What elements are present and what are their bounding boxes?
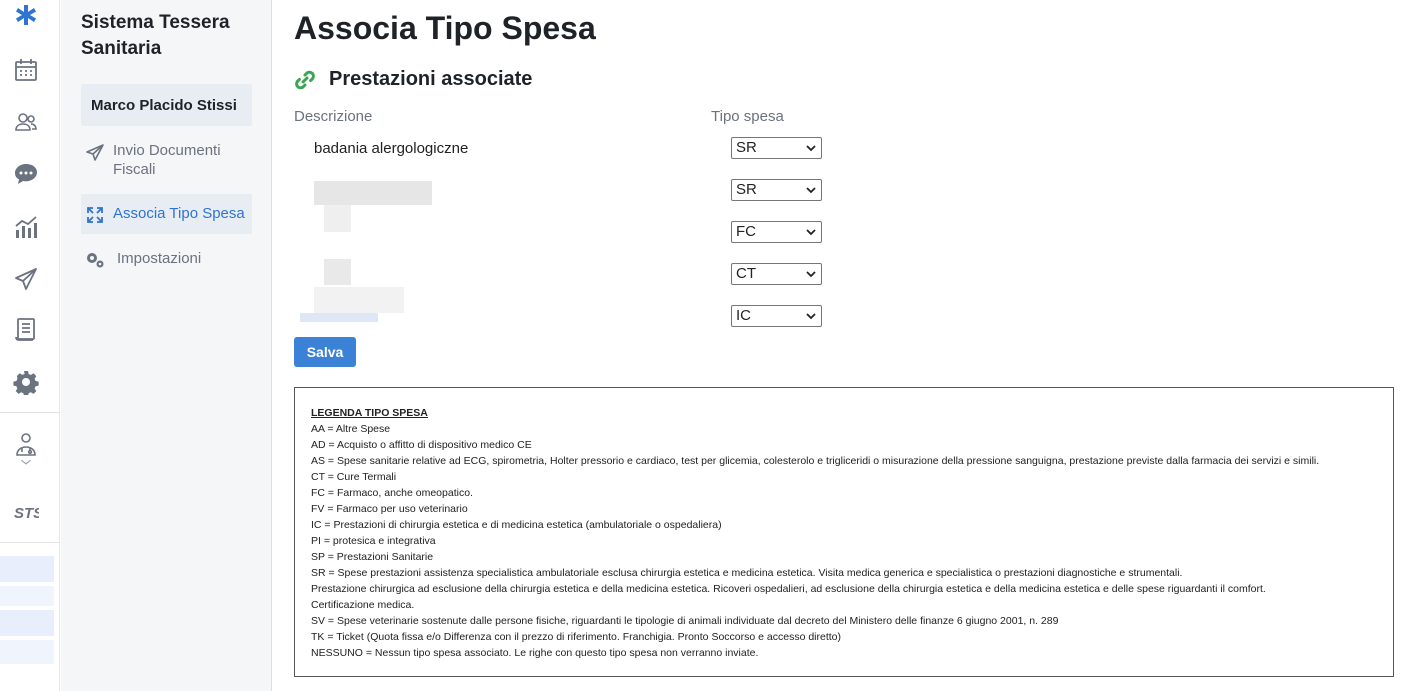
gears-icon <box>87 253 104 268</box>
select-value: CT <box>736 265 756 282</box>
row-description: badania alergologiczne <box>314 140 469 157</box>
page-title: Associa Tipo Spesa <box>294 10 596 46</box>
chevron-down-icon <box>806 229 816 236</box>
users-icon[interactable] <box>12 108 40 136</box>
app-logo-icon[interactable] <box>12 2 40 30</box>
section-title: Prestazioni associate <box>329 68 533 90</box>
legend-line: Prestazione chirurgica ad esclusione del… <box>311 583 1266 595</box>
link-icon <box>295 70 315 89</box>
chevron-down-icon[interactable] <box>12 455 40 469</box>
legend-line: AS = Spese sanitarie relative ad ECG, sp… <box>311 455 1320 467</box>
blurred-area <box>0 586 54 606</box>
chevron-down-icon <box>806 313 816 320</box>
legend-line: TK = Ticket (Quota fissa e/o Differenza … <box>311 631 841 643</box>
tipo-spesa-select[interactable]: SR <box>731 137 822 159</box>
select-value: FC <box>736 223 756 240</box>
legend-line: FC = Farmaco, anche omeopatico. <box>311 487 473 499</box>
send-icon[interactable] <box>12 265 40 293</box>
legend-line: SV = Spese veterinarie sostenute dalle p… <box>311 615 1059 627</box>
legend-line: NESSUNO = Nessun tipo spesa associato. L… <box>311 647 759 659</box>
sidebar-item-associa-tipo-spesa[interactable]: Associa Tipo Spesa <box>81 194 252 234</box>
gear-icon[interactable] <box>12 368 40 396</box>
blurred-area <box>0 556 54 582</box>
sidebar-item-label: Associa Tipo Spesa <box>113 205 245 222</box>
sts-logo-icon[interactable]: STS <box>12 498 40 526</box>
legend-line: SP = Prestazioni Sanitarie <box>311 551 434 563</box>
legend-line: AD = Acquisto o affitto di dispositivo m… <box>311 439 532 451</box>
blurred-description <box>314 287 404 313</box>
legend-line: Certificazione medica. <box>311 599 415 611</box>
legend-title: LEGENDA TIPO SPESA <box>311 407 428 419</box>
tipo-spesa-select[interactable]: FC <box>731 221 822 243</box>
sidebar-item-label: Invio Documenti Fiscali <box>113 142 221 178</box>
tipo-spesa-select[interactable]: IC <box>731 305 822 327</box>
column-header-tipo-spesa: Tipo spesa <box>711 108 784 125</box>
legend-box: LEGENDA TIPO SPESA AA = Altre Spese AD =… <box>294 387 1394 677</box>
tipo-spesa-select[interactable]: CT <box>731 263 822 285</box>
doctor-icon[interactable] <box>12 430 40 458</box>
send-icon <box>86 144 104 161</box>
legend-line: CT = Cure Termali <box>311 471 397 483</box>
rail-divider-2 <box>0 542 60 543</box>
blurred-area <box>0 610 54 636</box>
select-value: SR <box>736 139 757 156</box>
legend-line: PI = protesica e integrativa <box>311 535 436 547</box>
sidebar-item-label: Impostazioni <box>117 250 202 267</box>
tipo-spesa-select[interactable]: SR <box>731 179 822 201</box>
blurred-description <box>324 205 351 232</box>
blurred-description <box>314 181 432 205</box>
chart-icon[interactable] <box>12 213 40 241</box>
chevron-down-icon <box>806 187 816 194</box>
icon-rail: STS <box>0 0 60 691</box>
legend-line: IC = Prestazioni di chirurgia estetica e… <box>311 519 722 531</box>
save-button[interactable]: Salva <box>294 337 356 367</box>
select-value: IC <box>736 307 751 324</box>
sidebar-item-impostazioni[interactable]: Impostazioni <box>81 249 252 273</box>
chat-icon[interactable] <box>12 160 40 188</box>
section-header: Prestazioni associate <box>294 68 532 91</box>
secondary-sidebar: Sistema Tessera Sanitaria Marco Placido … <box>61 0 272 691</box>
rail-divider <box>0 412 60 413</box>
chevron-down-icon <box>806 145 816 152</box>
app-title: Sistema Tessera Sanitaria <box>81 12 230 59</box>
calendar-icon[interactable] <box>12 56 40 84</box>
blurred-description <box>324 259 351 285</box>
column-header-descrizione: Descrizione <box>294 108 373 125</box>
user-name[interactable]: Marco Placido Stissi <box>81 84 252 126</box>
blurred-description <box>300 313 378 322</box>
document-icon[interactable] <box>12 316 40 344</box>
sidebar-item-invio-documenti[interactable]: Invio Documenti Fiscali <box>81 141 252 183</box>
chevron-down-icon <box>806 271 816 278</box>
legend-line: FV = Farmaco per uso veterinario <box>311 503 468 515</box>
svg-text:STS: STS <box>14 505 39 522</box>
select-value: SR <box>736 181 757 198</box>
legend-line: SR = Spese prestazioni assistenza specia… <box>311 567 1183 579</box>
link-arrows-icon <box>87 207 103 223</box>
blurred-area <box>0 640 54 664</box>
scrollbar[interactable] <box>1395 0 1403 691</box>
legend-line: AA = Altre Spese <box>311 423 391 435</box>
